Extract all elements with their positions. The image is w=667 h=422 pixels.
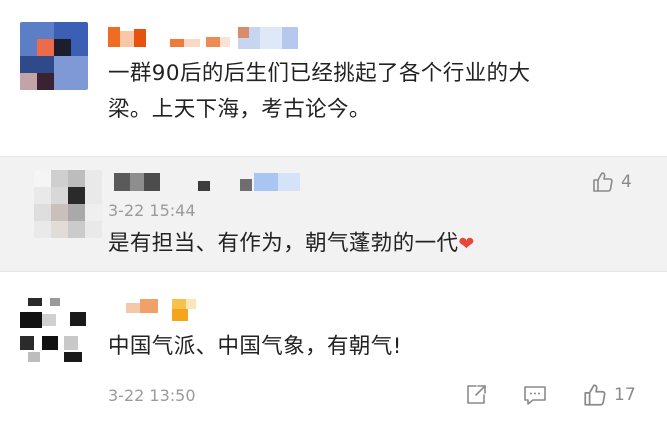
like-count: 17 <box>614 385 636 405</box>
reply-button[interactable] <box>522 383 548 407</box>
comment-icon <box>524 386 546 405</box>
comment-text-line: 梁。上天下海，考古论今。 <box>108 97 371 122</box>
like-count: 4 <box>621 172 632 192</box>
comment-text: 是有担当、有作为，朝气蓬勃的一代❤ <box>108 226 628 262</box>
share-button[interactable] <box>464 383 488 407</box>
thumbs-up-icon <box>584 384 606 406</box>
avatar[interactable] <box>20 296 88 364</box>
share-icon <box>467 385 486 404</box>
timestamp: 3-22 13:50 <box>108 386 196 405</box>
username-3[interactable] <box>108 299 228 321</box>
avatar[interactable] <box>34 170 102 238</box>
username-1[interactable] <box>108 27 308 49</box>
username-2[interactable] <box>114 171 314 193</box>
comment-item-2[interactable]: 3-22 15:44 是有担当、有作为，朝气蓬勃的一代❤ 4 <box>0 157 667 271</box>
heart-emoji: ❤ <box>458 233 475 255</box>
comment-text: 中国气派、中国气象，有朝气! <box>108 334 402 359</box>
comment-item-1[interactable]: 一群90后的后生们已经挑起了各个行业的大 梁。上天下海，考古论今。 <box>0 0 667 156</box>
comment-item-3[interactable]: 中国气派、中国气象，有朝气! 3-22 13:50 17 <box>0 272 667 422</box>
comment-text-line: 是有担当、有作为，朝气蓬勃的一代 <box>108 231 459 256</box>
avatar[interactable] <box>20 22 88 90</box>
like-button[interactable]: 4 <box>591 170 632 194</box>
comment-text: 一群90后的后生们已经挑起了各个行业的大 梁。上天下海，考古论今。 <box>108 56 648 128</box>
timestamp: 3-22 15:44 <box>108 201 196 220</box>
like-button[interactable]: 17 <box>582 382 636 408</box>
thumbs-up-icon <box>593 172 613 192</box>
comment-text-line: 一群90后的后生们已经挑起了各个行业的大 <box>108 61 531 86</box>
